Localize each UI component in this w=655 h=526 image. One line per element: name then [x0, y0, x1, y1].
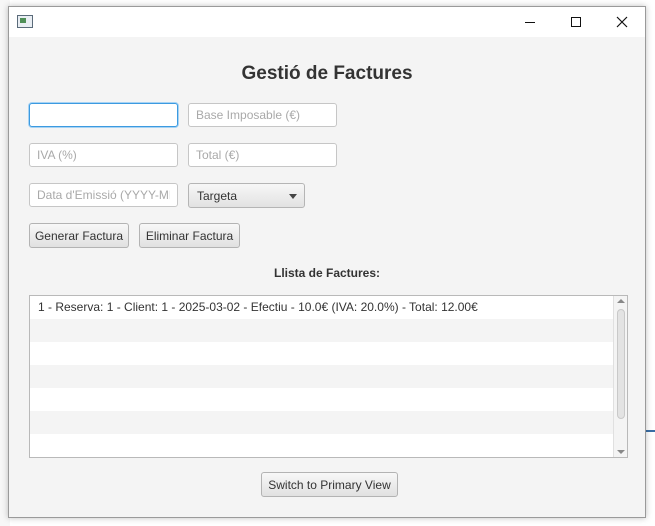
app-icon [17, 15, 33, 28]
list-item-empty [30, 319, 613, 342]
payment-method-select[interactable]: Targeta [188, 183, 305, 208]
invoice-id-field[interactable] [29, 103, 178, 127]
list-item-empty [30, 411, 613, 434]
list-item-empty [30, 434, 613, 457]
maximize-icon [571, 17, 581, 27]
total-field[interactable] [188, 143, 337, 167]
list-item-empty [30, 388, 613, 411]
chevron-down-icon [289, 194, 297, 199]
invoice-list[interactable]: 1 - Reserva: 1 - Client: 1 - 2025-03-02 … [29, 295, 628, 458]
scroll-down-icon[interactable] [617, 450, 625, 454]
close-button[interactable] [599, 7, 645, 37]
list-scrollbar[interactable] [613, 296, 627, 457]
iva-field[interactable] [29, 143, 178, 167]
scrollbar-thumb[interactable] [617, 309, 625, 419]
app-window: Gestió de Factures Targeta Generar Factu… [8, 6, 646, 518]
window-titlebar [9, 7, 645, 37]
list-item-empty [30, 365, 613, 388]
list-item[interactable]: 1 - Reserva: 1 - Client: 1 - 2025-03-02 … [30, 296, 613, 319]
generate-invoice-button[interactable]: Generar Factura [29, 223, 129, 248]
list-item-empty [30, 342, 613, 365]
switch-view-button[interactable]: Switch to Primary View [261, 472, 398, 497]
payment-method-value: Targeta [197, 188, 238, 203]
minimize-button[interactable] [507, 7, 553, 37]
page-title: Gestió de Factures [241, 63, 413, 84]
minimize-icon [525, 21, 535, 23]
scroll-up-icon[interactable] [617, 299, 625, 303]
close-icon [616, 16, 628, 28]
maximize-button[interactable] [553, 7, 599, 37]
invoice-list-label: Llista de Factures: [273, 266, 381, 280]
issue-date-field[interactable] [29, 183, 178, 207]
window-content: Gestió de Factures Targeta Generar Factu… [9, 37, 645, 517]
delete-invoice-button[interactable]: Eliminar Factura [139, 223, 240, 248]
base-amount-field[interactable] [188, 103, 337, 127]
